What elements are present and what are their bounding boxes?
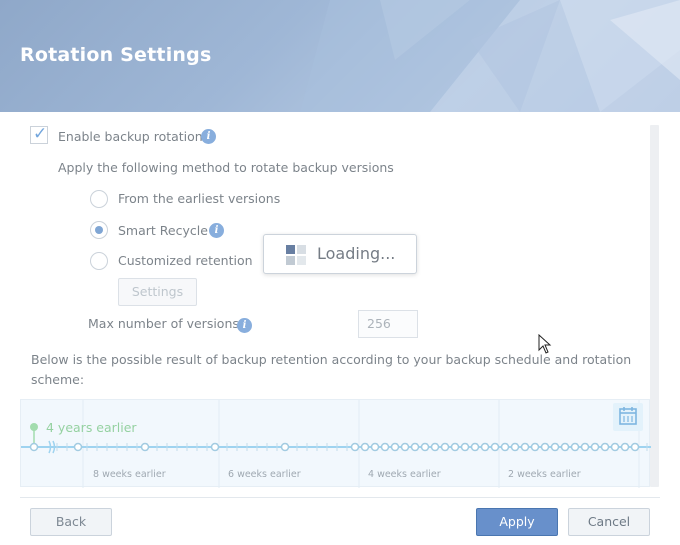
tick-label: 2 weeks earlier xyxy=(508,469,581,480)
version-dot xyxy=(540,442,550,452)
version-dot xyxy=(460,442,470,452)
version-dot xyxy=(430,442,440,452)
enable-rotation-checkbox[interactable]: ✓ xyxy=(30,124,48,144)
version-dot xyxy=(410,442,420,452)
cancel-button[interactable]: Cancel xyxy=(568,508,650,536)
version-dot xyxy=(550,442,560,452)
max-versions-info-icon[interactable]: i xyxy=(237,318,252,333)
radio-customized-label: Customized retention xyxy=(118,253,253,268)
info-icon[interactable]: i xyxy=(201,129,216,144)
footer-divider xyxy=(20,497,660,498)
version-dot xyxy=(590,442,600,452)
version-dot xyxy=(500,442,510,452)
version-dot xyxy=(350,442,360,452)
version-dot xyxy=(520,442,530,452)
version-dot xyxy=(570,442,580,452)
version-dot xyxy=(620,442,630,452)
version-dot xyxy=(480,442,490,452)
version-dot xyxy=(580,442,590,452)
radio-earliest-versions[interactable] xyxy=(90,190,108,208)
radio-earliest-label: From the earliest versions xyxy=(118,191,281,206)
enable-rotation-label: Enable backup rotation xyxy=(58,129,203,144)
loading-text: Loading... xyxy=(317,244,396,263)
radio-smart-recycle-label: Smart Recycle xyxy=(118,223,208,238)
loading-icon xyxy=(286,245,306,265)
apply-button[interactable]: Apply xyxy=(476,508,558,536)
version-dot xyxy=(630,442,640,452)
retention-timeline: 4 years earlier 8 weeks earlier 6 weeks … xyxy=(20,399,651,488)
version-dot xyxy=(560,442,570,452)
calendar-icon xyxy=(619,407,637,425)
calendar-button[interactable] xyxy=(613,403,643,431)
back-button[interactable]: Back xyxy=(30,508,112,536)
radio-customized-retention[interactable] xyxy=(90,252,108,270)
result-caption-line2: scheme: xyxy=(31,372,85,387)
version-dot xyxy=(440,442,450,452)
version-dot xyxy=(510,442,520,452)
version-dot xyxy=(360,442,370,452)
dialog-title: Rotation Settings xyxy=(20,44,212,66)
version-dot xyxy=(600,442,610,452)
version-dot xyxy=(380,442,390,452)
dialog-header: Rotation Settings xyxy=(0,0,680,112)
tick-label: 8 weeks earlier xyxy=(93,469,166,480)
timeline-start-label: 4 years earlier xyxy=(46,420,137,435)
version-dot xyxy=(29,442,39,452)
settings-button[interactable]: Settings xyxy=(118,278,197,306)
checkmark-icon: ✓ xyxy=(33,124,48,144)
version-dot xyxy=(450,442,460,452)
radio-smart-recycle[interactable] xyxy=(90,221,108,239)
tick-label: 4 weeks earlier xyxy=(368,469,441,480)
smart-recycle-info-icon[interactable]: i xyxy=(209,223,224,238)
result-caption-line1: Below is the possible result of backup r… xyxy=(31,352,632,367)
vertical-scrollbar[interactable] xyxy=(650,125,659,487)
tick-label: 6 weeks earlier xyxy=(228,469,301,480)
version-dot xyxy=(490,442,500,452)
version-dot xyxy=(530,442,540,452)
version-dot xyxy=(610,442,620,452)
version-dot xyxy=(370,442,380,452)
version-dot xyxy=(280,442,290,452)
version-dot xyxy=(73,442,83,452)
version-dot xyxy=(210,442,220,452)
method-caption: Apply the following method to rotate bac… xyxy=(58,160,394,175)
version-dot xyxy=(400,442,410,452)
version-dot xyxy=(420,442,430,452)
version-dot xyxy=(470,442,480,452)
version-dot xyxy=(140,442,150,452)
max-versions-label: Max number of versions xyxy=(88,316,239,331)
max-versions-input[interactable]: 256 xyxy=(358,310,418,338)
loading-indicator: Loading... xyxy=(263,234,417,274)
mouse-cursor-icon xyxy=(538,334,552,354)
version-dot xyxy=(390,442,400,452)
